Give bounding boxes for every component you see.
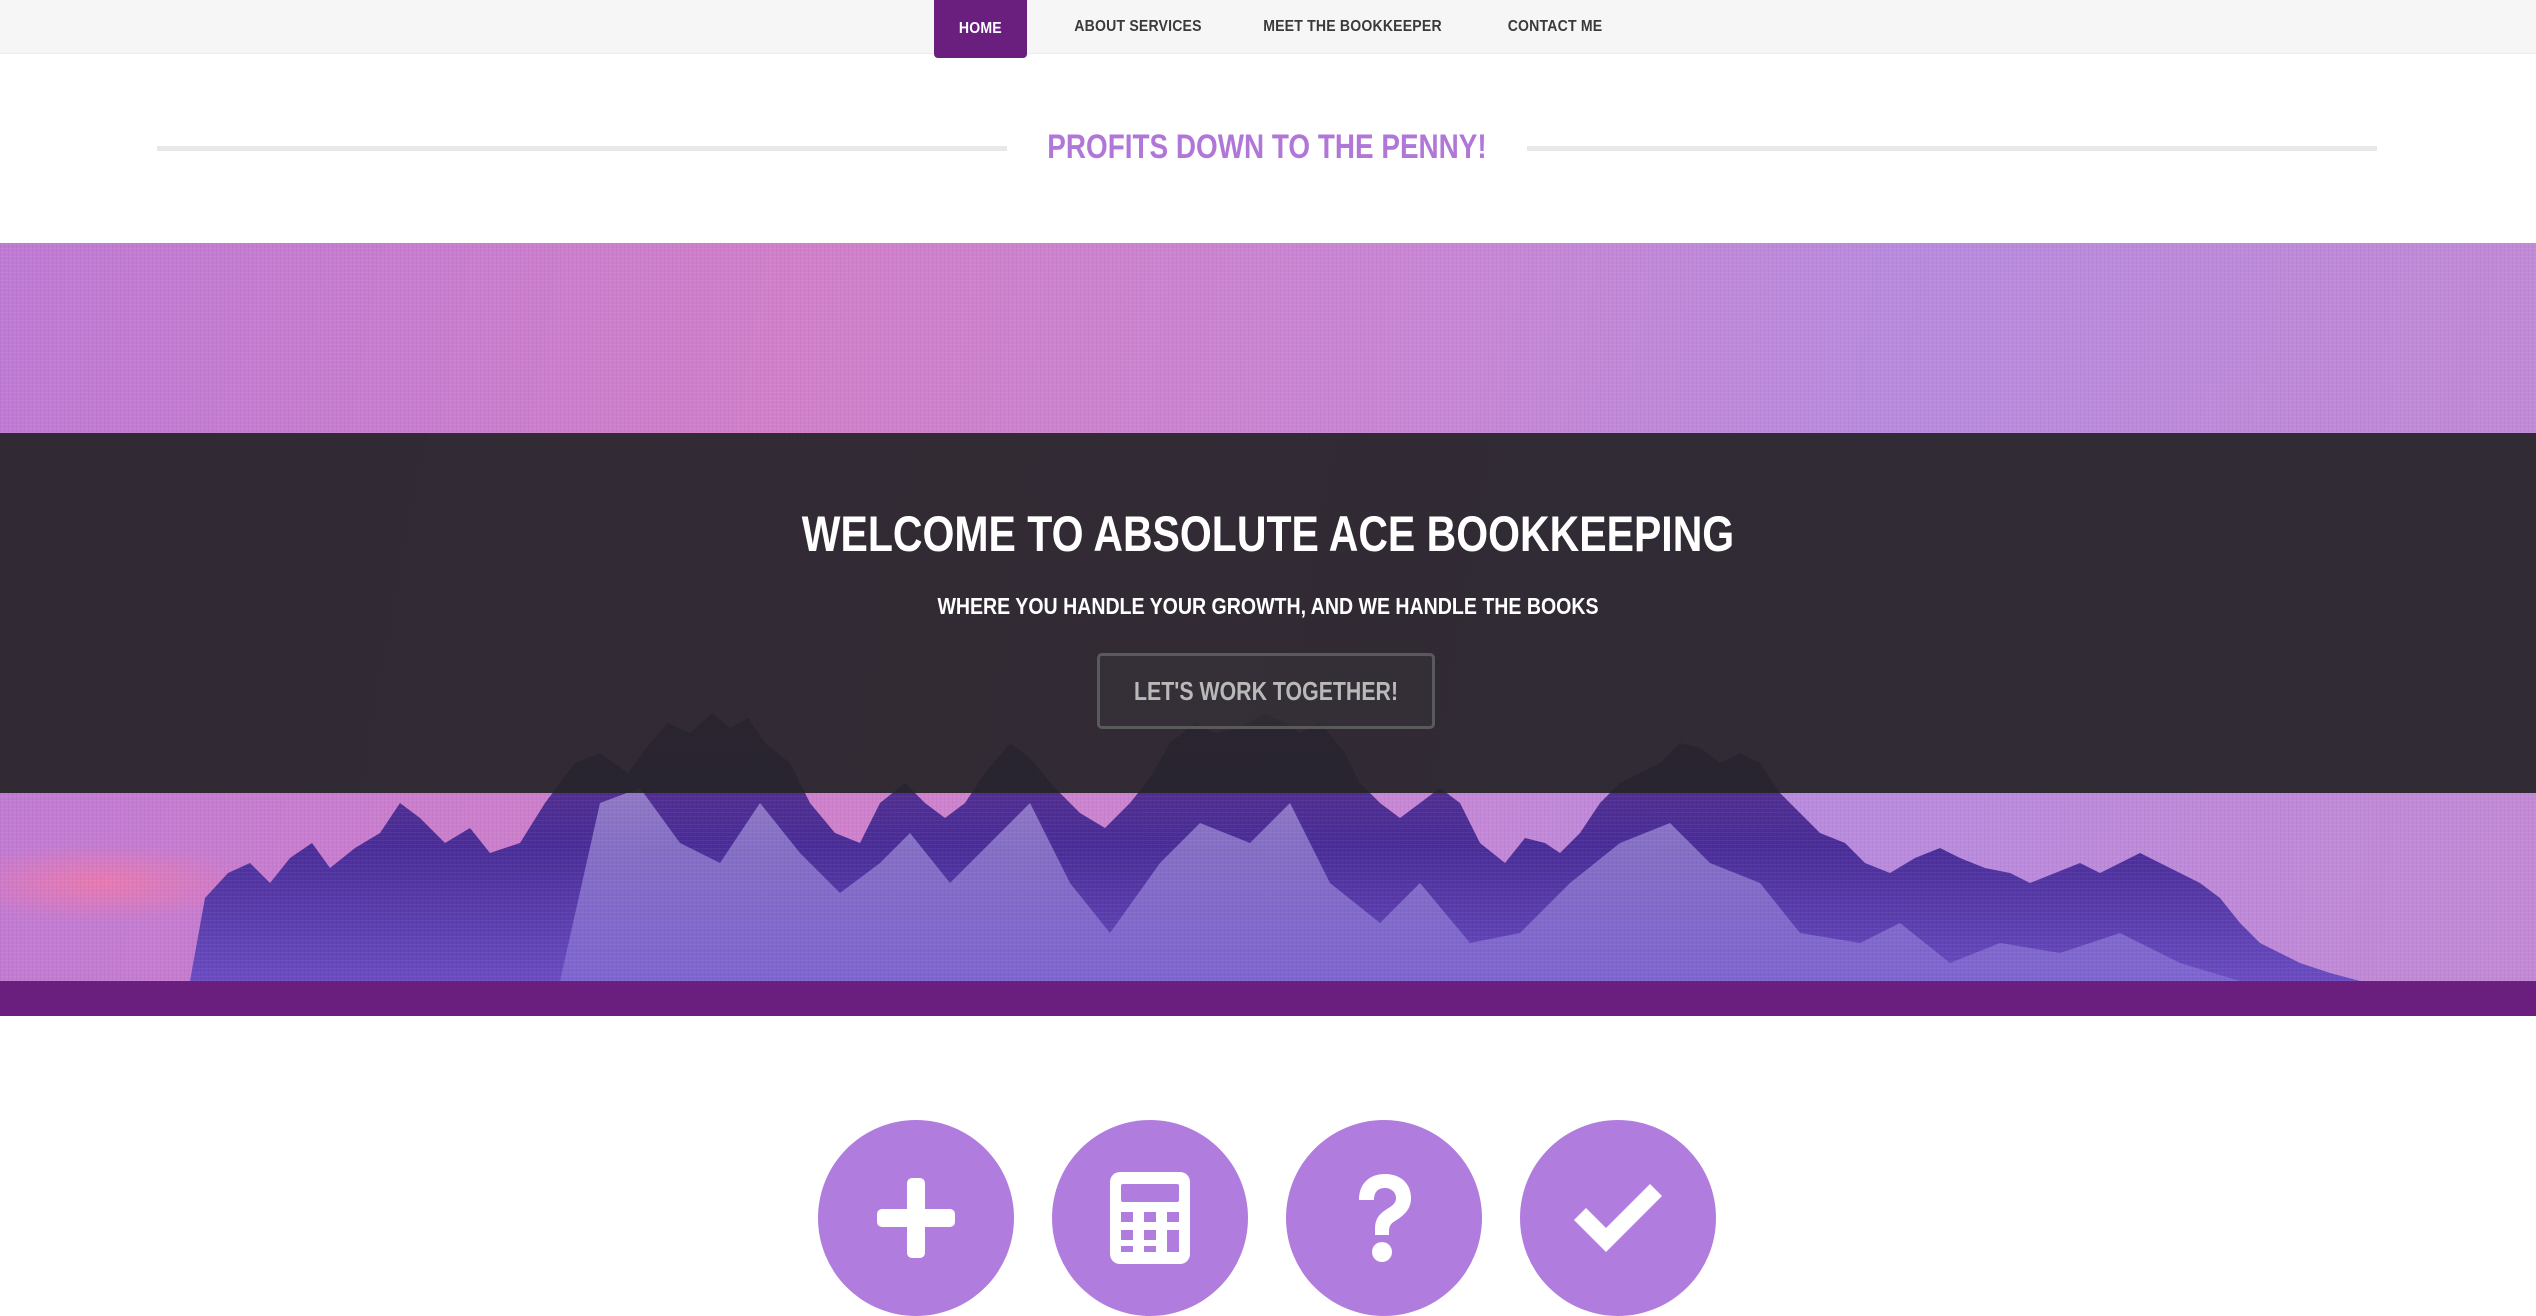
nav-item-meet-the-bookkeeper[interactable]: MEET THE BOOKKEEPER xyxy=(1254,0,1452,54)
question-icon xyxy=(1359,1174,1411,1262)
hero-title: WELCOME TO ABSOLUTE ACE BOOKKEEPING xyxy=(801,506,1735,562)
feature-plus xyxy=(818,1120,1014,1316)
nav-item-about-services[interactable]: ABOUT SERVICES xyxy=(1069,0,1206,54)
tagline-text: PROFITS DOWN TO THE PENNY! xyxy=(1047,128,1487,166)
calculator-icon xyxy=(1110,1172,1190,1264)
nav-item-home[interactable]: HOME xyxy=(934,0,1027,58)
nav-item-contact-me[interactable]: CONTACT ME xyxy=(1500,0,1611,54)
hero-bottom-bar xyxy=(0,981,2536,1016)
plus-icon xyxy=(877,1178,955,1258)
lets-work-together-button[interactable]: LET'S WORK TOGETHER! xyxy=(1097,653,1435,729)
feature-question xyxy=(1286,1120,1482,1316)
nav-item-home-label: HOME xyxy=(959,20,1002,37)
hero-subtitle: WHERE YOU HANDLE YOUR GROWTH, AND WE HAN… xyxy=(937,593,1599,619)
hero-banner: WELCOME TO ABSOLUTE ACE BOOKKEEPING WHER… xyxy=(0,243,2536,981)
tagline-section: PROFITS DOWN TO THE PENNY! xyxy=(157,128,2377,174)
cta-button-label: LET'S WORK TOGETHER! xyxy=(1133,675,1399,706)
feature-calculator xyxy=(1052,1120,1248,1316)
top-nav-bar: HOME ABOUT SERVICES MEET THE BOOKKEEPER … xyxy=(0,0,2536,58)
feature-check xyxy=(1520,1120,1716,1316)
check-icon xyxy=(1574,1184,1662,1252)
